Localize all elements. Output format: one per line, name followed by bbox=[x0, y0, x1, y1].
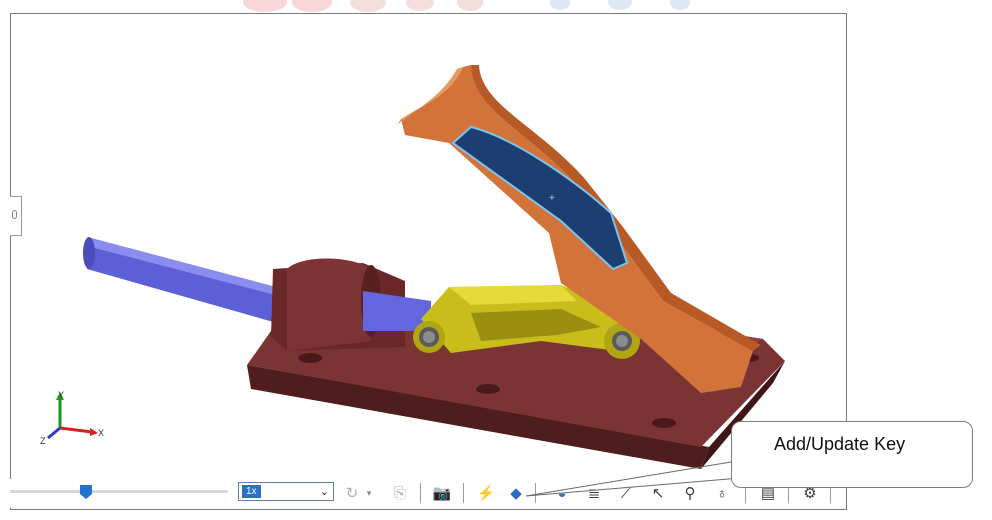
motion-toolbar: 1x ⌄ ↻ ▾ ⎘ 📷 ⚡ ◆ ◒ ≣ ⟋ ↖ ⚲ ♁ ▤ ⚙ bbox=[10, 479, 845, 508]
damper-icon[interactable]: ⟋ bbox=[614, 481, 638, 505]
copy-icon[interactable]: ⎘ bbox=[388, 481, 412, 505]
timeline-slider-track[interactable] bbox=[10, 490, 228, 493]
axis-triad: Y X Z bbox=[38, 388, 108, 453]
chevron-down-icon: ⌄ bbox=[319, 486, 329, 498]
gravity-icon[interactable]: ♁ bbox=[710, 481, 734, 505]
graphics-viewport[interactable]: + bbox=[10, 13, 847, 510]
axis-z-label: Z bbox=[40, 436, 46, 446]
viewport-side-handle[interactable] bbox=[10, 196, 22, 236]
spring-icon[interactable]: ≣ bbox=[582, 481, 606, 505]
toolbar-separator bbox=[535, 483, 536, 503]
watermark-strip bbox=[0, 0, 992, 14]
contact-icon[interactable]: ⚲ bbox=[678, 481, 702, 505]
calculate-icon[interactable]: ⚡ bbox=[474, 481, 498, 505]
toolbar-separator bbox=[420, 483, 421, 503]
loop-icon[interactable]: ↻ bbox=[340, 481, 364, 505]
clamp-model[interactable]: + bbox=[11, 14, 846, 509]
toolbar-separator bbox=[463, 483, 464, 503]
force-icon[interactable]: ↖ bbox=[646, 481, 670, 505]
svg-text:+: + bbox=[549, 193, 555, 204]
axis-x-label: X bbox=[98, 428, 104, 438]
loop-options-chevron-icon[interactable]: ▾ bbox=[362, 481, 376, 505]
timeline-slider-thumb[interactable] bbox=[79, 484, 93, 500]
camera-icon[interactable]: 📷 bbox=[430, 481, 454, 505]
axis-y-label: Y bbox=[58, 390, 64, 400]
playback-speed-select[interactable]: 1x ⌄ bbox=[238, 482, 334, 501]
tooltip-callout: Add/Update Key bbox=[731, 421, 973, 488]
motor-icon[interactable]: ◒ bbox=[550, 481, 574, 505]
callout-text: Add/Update Key bbox=[774, 434, 906, 454]
playback-speed-value: 1x bbox=[242, 485, 261, 498]
add-key-icon[interactable]: ◆ bbox=[504, 481, 528, 505]
